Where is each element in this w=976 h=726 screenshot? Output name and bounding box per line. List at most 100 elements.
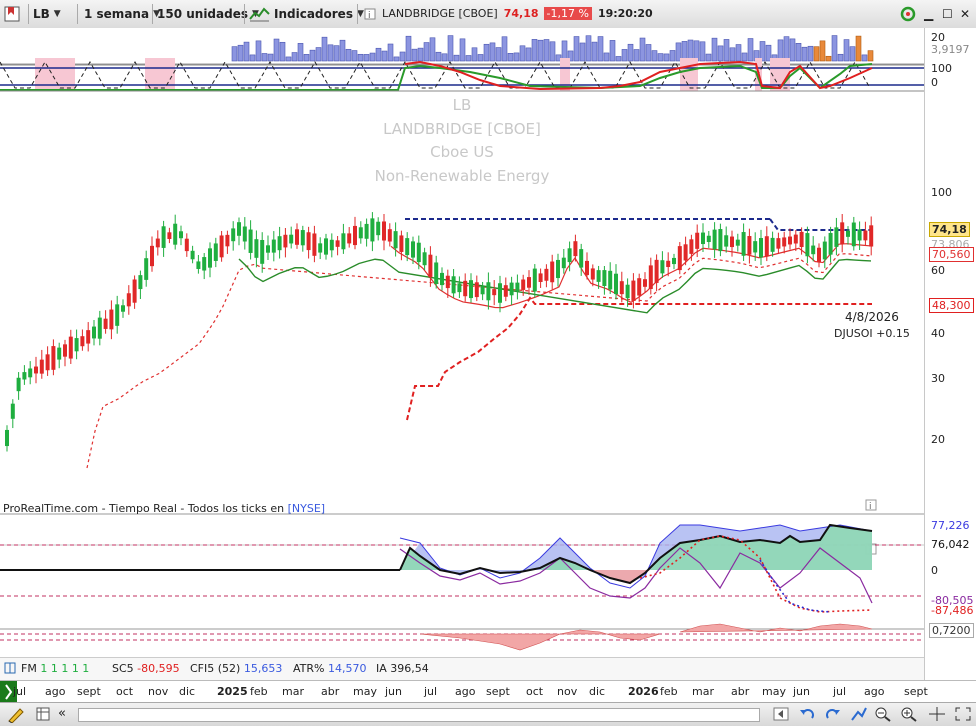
volume-bar [471,47,478,62]
candle-body [428,254,433,278]
instrument-info: i LANDBRIDGE [CBOE] 74,18 -1,17 % 19:20:… [364,3,653,24]
volume-bar [591,41,598,62]
candle-body [811,245,816,255]
candle-body [573,241,578,257]
zoom-in-button[interactable] [900,706,918,725]
signal-band [770,58,790,91]
volume-bar [729,47,736,62]
indicators-button[interactable]: Indicadores ▼ [249,3,364,24]
time-axis-label: sept [486,685,510,698]
candle-body [718,229,723,252]
chart-area[interactable]: i i LB LANDBRIDGE [CBOE] Cboe US Non-Ren… [0,28,924,680]
panel-icon[interactable] [4,662,16,677]
candle-body [480,286,485,295]
signal-band [35,58,75,91]
candle-body [155,238,160,248]
candle-body [39,359,44,374]
period-selector[interactable]: 1 semana ▼ [84,3,160,24]
price-tick: 30 [931,372,945,385]
maximize-button[interactable]: ☐ [942,3,953,24]
draw-tool-button[interactable] [6,705,26,726]
minimize-button[interactable]: ▁ [924,3,933,24]
refresh-icon [900,6,916,21]
candle-body [672,257,676,265]
refresh-button[interactable] [898,3,918,24]
volume-bar [687,39,694,62]
time-scrollbar[interactable] [78,708,760,722]
autoscale-button[interactable] [850,706,868,725]
ticker-selector[interactable]: LB ▼ [33,3,61,24]
candle-body [324,238,328,255]
candle-body [828,232,833,255]
time-axis[interactable]: jul ago sept oct nov dic 2025 feb mar abr may jun ju… [0,680,976,703]
crosshair-button[interactable] [928,706,946,725]
volume-bar [723,39,730,62]
expand-button[interactable] [954,706,972,725]
zoom-out-button[interactable] [874,706,892,725]
volume-bar [633,49,640,62]
scroll-back-button[interactable]: « [58,706,66,721]
candle-body [741,232,746,256]
atr-indicator[interactable]: ATR% 14,570 [293,662,367,675]
candle-body [631,280,636,301]
volume-bar [495,47,502,62]
candle-body [625,284,630,299]
price-axis[interactable]: 20 3,9197 100 0 100 73,806 74,18 70,560 … [924,28,976,680]
volume-bar [291,52,298,62]
redo-button[interactable] [824,706,842,725]
candle-body [851,222,856,247]
autoscale-icon [851,707,867,721]
volume-bar [789,38,796,62]
candle-body [660,260,665,274]
volume-bar [621,49,628,62]
time-axis-label: dic [179,685,196,698]
time-axis-label: nov [148,685,169,698]
support-price-tag: 48,300 [929,298,974,313]
volume-bar [717,45,724,62]
time-axis-label: ago [864,685,885,698]
candle-body [167,232,172,239]
volume-bar [279,41,286,62]
volume-bar [465,55,472,62]
sc5-indicator[interactable]: SC5 -80,595 [112,662,180,675]
candle-body [393,231,398,249]
table-button[interactable] [36,707,50,724]
candle-body [556,259,560,279]
ia-indicator[interactable]: IA 396,54 [376,662,429,675]
time-axis-label: sept [77,685,101,698]
candle-body [759,238,763,258]
undo-icon [800,709,814,719]
candle-body [411,241,415,258]
candle-body [503,285,508,297]
candle-body [544,268,549,281]
time-axis-label: 2025 [217,685,248,698]
time-axis-label: mar [692,685,714,698]
candle-body [248,229,253,253]
candle-body [567,248,572,263]
candle-body [16,377,21,392]
time-axis-label: nov [557,685,578,698]
volume-bar [663,53,670,62]
candle-body [196,261,201,269]
ma-red-line [390,243,872,309]
cfi5-indicator[interactable]: CFI5 (52) 15,653 [190,662,282,675]
watermark-exchange: Cboe US [430,143,494,161]
fm-indicator[interactable]: FM 1 1 1 1 1 [21,662,89,675]
volume-bar [285,56,292,62]
volume-bar [543,39,550,62]
volume-bar [525,47,532,62]
candle-body [92,326,96,339]
close-button[interactable]: ✕ [960,3,970,24]
chevron-down-icon: ▼ [53,8,61,19]
window-icon-button[interactable] [2,3,24,24]
volume-bar [837,53,844,62]
ia-label: IA [376,662,387,675]
volume-bar [489,42,496,62]
rewind-button[interactable] [772,706,790,725]
undo-button[interactable] [798,706,816,725]
volume-bar [783,36,790,62]
ia-value: 396,54 [390,662,429,675]
candle-body [788,236,792,245]
candle-body [532,268,537,292]
watermark-name: LANDBRIDGE [CBOE] [383,120,541,138]
